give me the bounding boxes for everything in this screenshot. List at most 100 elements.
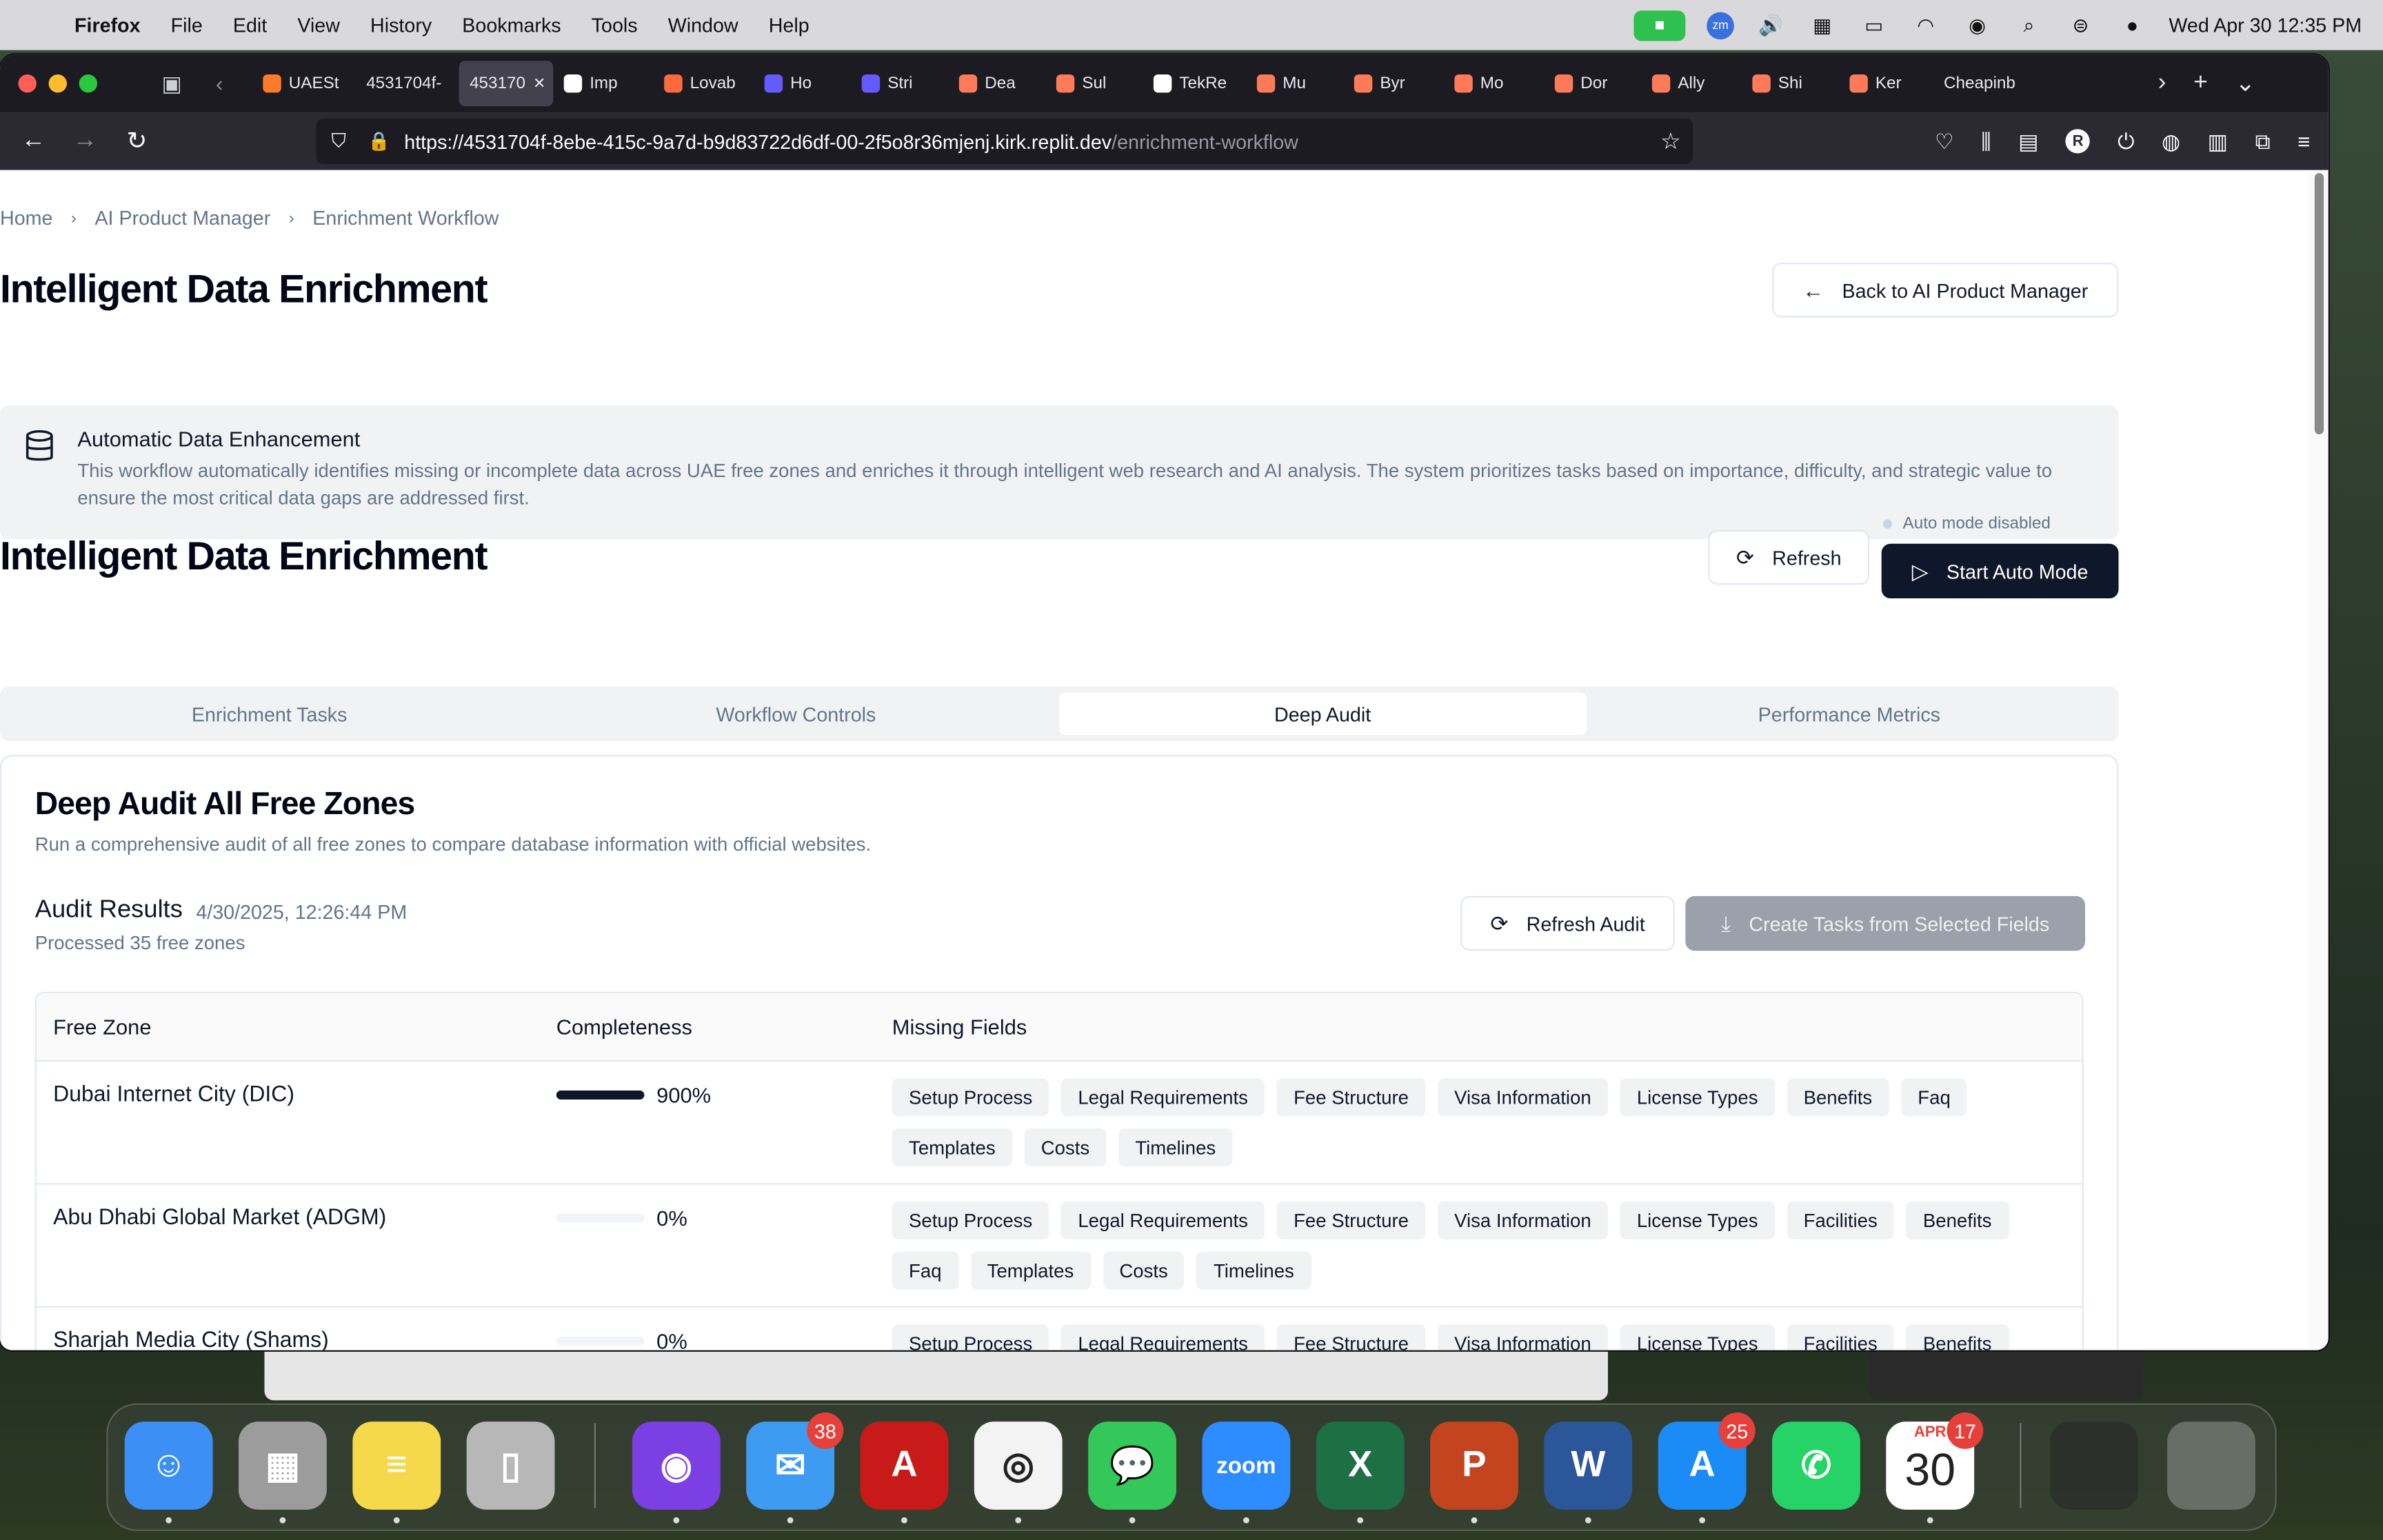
tab-overview-icon[interactable]: ▣ <box>158 70 185 96</box>
close-tab-icon[interactable]: ✕ <box>533 75 545 92</box>
globe-icon[interactable]: ◍ <box>2162 128 2180 154</box>
browser-tab[interactable]: Mu <box>1246 61 1343 106</box>
sidebar-icon[interactable]: ▤ <box>2018 128 2038 154</box>
launchpad-dock-icon[interactable]: ▦ <box>239 1421 327 1523</box>
minimize-window-button[interactable] <box>48 74 67 93</box>
menubar-datetime[interactable]: Wed Apr 30 12:35 PM <box>2169 14 2362 37</box>
create-tasks-button[interactable]: ⤓ Create Tasks from Selected Fields <box>1685 895 2086 951</box>
missing-field-chip[interactable]: Timelines <box>1196 1251 1311 1290</box>
trash-icon[interactable] <box>2167 1421 2255 1510</box>
forward-arrow-icon[interactable]: → <box>70 128 100 155</box>
breadcrumb-ai-product-manager[interactable]: AI Product Manager <box>94 207 270 230</box>
browser-tab[interactable]: Imp <box>553 61 653 106</box>
tab-deep-audit[interactable]: Deep Audit <box>1059 692 1586 736</box>
missing-field-chip[interactable]: License Types <box>1620 1201 1775 1239</box>
missing-field-chip[interactable]: Visa Information <box>1437 1201 1608 1239</box>
missing-field-chip[interactable]: Visa Information <box>1437 1324 1608 1350</box>
iphone-mirroring-dock-icon[interactable]: ▯ <box>466 1421 555 1510</box>
wifi-icon[interactable]: ◠ <box>1911 13 1941 37</box>
barcode-icon[interactable]: ▥ <box>2208 128 2228 154</box>
control-center-icon[interactable]: ⊜ <box>2065 13 2095 37</box>
start-auto-mode-button[interactable]: ▷ Start Auto Mode <box>1881 543 2119 599</box>
browser-tab[interactable]: Ally <box>1641 61 1741 106</box>
app-store-dock-icon[interactable]: A 25 <box>1658 1412 1756 1523</box>
mail-dock-icon[interactable]: ✉ 38 <box>746 1412 844 1523</box>
missing-field-chip[interactable]: Templates <box>892 1128 1012 1167</box>
browser-tab[interactable]: TekRe <box>1143 61 1246 106</box>
whatsapp-dock-icon[interactable]: ✆ <box>1771 1421 1860 1510</box>
missing-field-chip[interactable]: Benefits <box>1906 1324 2009 1350</box>
menu-edit[interactable]: Edit <box>233 14 267 37</box>
pocket-icon[interactable]: ♡ <box>1935 128 1954 154</box>
powerpoint-dock-icon[interactable]: P <box>1430 1421 1518 1523</box>
app-menu-icon[interactable]: ≡ <box>2297 129 2310 153</box>
spotlight-search-icon[interactable]: ⌕ <box>2014 13 2044 37</box>
replit-extension-icon[interactable]: R <box>2066 129 2091 154</box>
calendar-dock-icon[interactable]: 30 APR 17 <box>1886 1412 1984 1523</box>
finder-dock-icon[interactable]: ☺ <box>124 1421 213 1523</box>
browser-tab[interactable]: 453170 ✕ <box>459 61 554 107</box>
url-text[interactable]: https://4531704f-8ebe-415c-9a7d-b9d83722… <box>404 130 1298 152</box>
acrobat-dock-icon[interactable]: A <box>860 1421 949 1523</box>
menu-window[interactable]: Window <box>668 14 738 37</box>
browser-tab[interactable]: Shi <box>1742 61 1839 106</box>
browser-tab[interactable]: Ho <box>754 61 851 106</box>
lock-icon[interactable]: 🔒 <box>368 130 390 152</box>
video-camera-icon[interactable]: ■ <box>1633 10 1686 41</box>
notes-dock-icon[interactable]: ≡ <box>352 1421 441 1523</box>
url-bar[interactable]: ⛉ 🔒 https://4531704f-8ebe-415c-9a7d-b9d8… <box>316 118 1693 164</box>
missing-field-chip[interactable]: Legal Requirements <box>1061 1324 1265 1350</box>
missing-field-chip[interactable]: Facilities <box>1787 1324 1895 1350</box>
bookmark-star-icon[interactable]: ☆ <box>1660 128 1681 154</box>
tab-workflow-controls[interactable]: Workflow Controls <box>533 693 1060 736</box>
zoom-dock-icon[interactable]: zoom <box>1202 1421 1291 1523</box>
word-dock-icon[interactable]: W <box>1544 1421 1633 1523</box>
missing-field-chip[interactable]: Legal Requirements <box>1061 1201 1265 1239</box>
excel-dock-icon[interactable]: X <box>1316 1421 1405 1523</box>
missing-field-chip[interactable]: Facilities <box>1787 1201 1895 1239</box>
user-icon[interactable]: ◉ <box>1962 13 1993 37</box>
scrollbar-thumb[interactable] <box>2314 173 2324 435</box>
browser-tab[interactable]: Ker <box>1839 61 1933 106</box>
breadcrumb-home[interactable]: Home <box>0 207 52 230</box>
browser-tab[interactable]: Byr <box>1343 61 1443 106</box>
power-icon[interactable]: ⏻ <box>2118 128 2134 154</box>
firefox-dock-icon[interactable]: ◉ <box>632 1421 721 1523</box>
reload-icon[interactable]: ↻ <box>121 126 152 156</box>
zoom-window-button[interactable] <box>79 74 98 93</box>
messages-dock-icon[interactable]: 💬 <box>1088 1421 1176 1523</box>
missing-field-chip[interactable]: Costs <box>1024 1128 1107 1167</box>
missing-field-chip[interactable]: Setup Process <box>892 1078 1049 1117</box>
menu-app-name[interactable]: Firefox <box>74 14 141 37</box>
browser-tab[interactable]: Lovab <box>654 61 754 106</box>
missing-field-chip[interactable]: Fee Structure <box>1276 1324 1426 1350</box>
browser-tab[interactable]: UAESt <box>252 61 356 106</box>
new-tab-icon[interactable]: + <box>2193 70 2208 97</box>
volume-icon[interactable]: 🔊 <box>1756 13 1786 37</box>
battery-icon[interactable]: ▭ <box>1859 13 1889 37</box>
menu-view[interactable]: View <box>297 14 340 37</box>
chrome-dock-icon[interactable]: ◎ <box>974 1421 1063 1523</box>
menu-tools[interactable]: Tools <box>592 14 638 37</box>
browser-tab[interactable]: 4531704f- <box>356 61 459 106</box>
tab-scroll-left-icon[interactable]: ‹ <box>216 72 237 96</box>
list-all-tabs-icon[interactable]: ⌄ <box>2235 68 2255 99</box>
minimized-window-icon[interactable] <box>2050 1421 2139 1510</box>
browser-tab[interactable]: Sul <box>1045 61 1143 106</box>
refresh-button[interactable]: ⟳ Refresh <box>1708 529 1870 585</box>
missing-field-chip[interactable]: Legal Requirements <box>1061 1078 1265 1117</box>
browser-tab[interactable]: Dea <box>948 61 1045 106</box>
browser-tab[interactable]: Dor <box>1544 61 1641 106</box>
tab-scroll-right-icon[interactable]: › <box>2158 70 2166 97</box>
apple-icon[interactable] <box>28 13 52 37</box>
library-icon[interactable]: ⫼ <box>1981 128 1991 154</box>
missing-field-chip[interactable]: Fee Structure <box>1276 1078 1426 1117</box>
browser-tab[interactable]: Mo <box>1444 61 1544 106</box>
missing-field-chip[interactable]: License Types <box>1620 1078 1775 1117</box>
missing-field-chip[interactable]: Faq <box>1901 1078 1968 1117</box>
back-to-ai-product-manager-button[interactable]: ← Back to AI Product Manager <box>1771 263 2119 318</box>
tab-enrichment-tasks[interactable]: Enrichment Tasks <box>6 693 533 736</box>
missing-field-chip[interactable]: Visa Information <box>1437 1078 1608 1117</box>
missing-field-chip[interactable]: Timelines <box>1118 1128 1233 1167</box>
menu-bookmarks[interactable]: Bookmarks <box>462 14 561 37</box>
